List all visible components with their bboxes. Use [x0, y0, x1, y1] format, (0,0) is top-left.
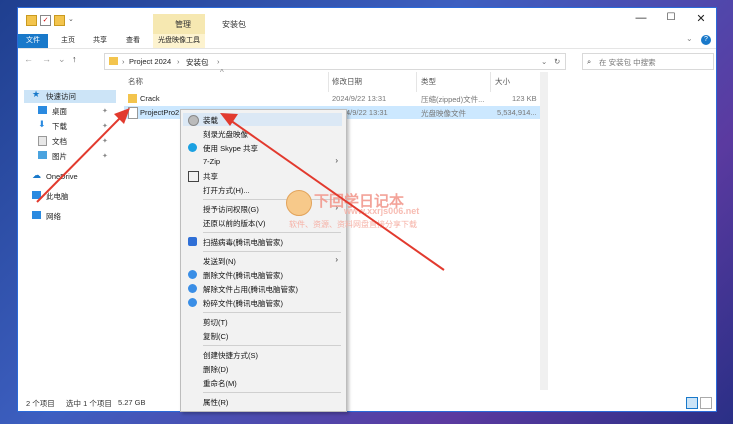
red-arrow — [36, 115, 123, 203]
annotation-arrows — [36, 108, 445, 271]
red-arrow — [229, 119, 445, 271]
